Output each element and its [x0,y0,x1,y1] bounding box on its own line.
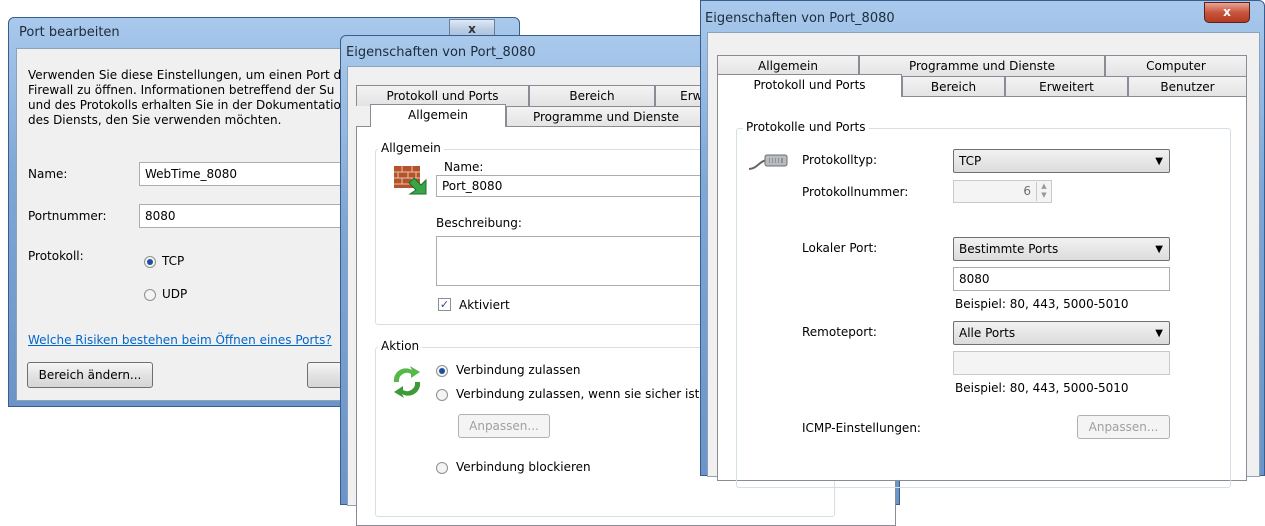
port-risks-link[interactable]: Welche Risiken bestehen beim Öffnen eine… [28,333,332,347]
allow-connection-label[interactable]: Verbindung zulassen [456,363,581,377]
remote-port-field[interactable] [953,351,1170,375]
description-line: und des Protokolls erhalten Sie in der D… [28,98,341,112]
tab-general[interactable]: Allgemein [717,55,859,76]
change-scope-button[interactable]: Bereich ändern... [27,362,153,388]
udp-label[interactable]: UDP [162,287,187,301]
stepper-arrows[interactable]: ▲ ▼ [1036,182,1051,201]
general-group-label: Allgemein [378,141,444,155]
protocols-ports-group-label: Protokolle und Ports [743,120,869,134]
description-line: des Diensts, den Sie verwenden möchten. [28,113,282,127]
enabled-label[interactable]: Aktiviert [459,298,510,312]
chevron-down-icon: ▼ [1155,328,1163,339]
local-port-dropdown[interactable]: Bestimmte Ports ▼ [953,237,1170,261]
allow-secure-label[interactable]: Verbindung zulassen, wenn sie sicher ist [456,387,699,401]
block-connection-radio[interactable] [436,462,448,474]
window-title: Eigenschaften von Port_8080 [705,11,895,26]
title-bar[interactable]: Eigenschaften von Port_8080 x [701,1,1264,31]
local-port-example: Beispiel: 80, 443, 5000-5010 [955,297,1129,311]
enabled-checkbox[interactable]: ✓ [438,298,451,311]
remote-port-dropdown[interactable]: Alle Ports ▼ [953,321,1170,345]
protocol-type-value: TCP [959,154,982,168]
properties-window-protocols: Eigenschaften von Port_8080 x Allgemein … [700,0,1265,488]
description-label: Beschreibung: [436,216,522,230]
description-line: Firewall zu öffnen. Informationen betref… [28,83,335,97]
chevron-down-icon: ▼ [1155,156,1163,167]
tab-scope[interactable]: Bereich [529,85,655,106]
description-text: Verwenden Sie diese Einstellungen, um ei… [28,68,341,128]
allow-secure-radio[interactable] [436,389,448,401]
remote-port-value: Alle Ports [959,326,1016,340]
udp-radio[interactable] [144,289,156,301]
allow-action-icon [393,366,421,398]
tab-advanced[interactable]: Erweitert [1005,76,1128,97]
remote-port-label: Remoteport: [802,325,877,339]
protocols-ports-group: Protokolle und Ports Protokolltyp: TCP ▼… [736,120,1231,488]
tab-protocol-ports[interactable]: Protokoll und Ports [717,74,902,97]
protocol-number-label: Protokollnummer: [802,185,909,199]
allow-connection-radio[interactable] [436,365,448,377]
window-title: Port bearbeiten [19,25,120,40]
network-cable-icon [748,154,788,170]
protocol-type-dropdown[interactable]: TCP ▼ [953,149,1170,173]
description-line: Verwenden Sie diese Einstellungen, um ei… [28,68,342,82]
protocol-type-label: Protokolltyp: [802,153,878,167]
chevron-down-icon: ▼ [1155,244,1163,255]
tab-programs-services[interactable]: Programme und Dienste [859,55,1105,76]
tab-protocol-ports[interactable]: Protokoll und Ports [356,85,529,106]
firewall-icon [394,166,427,195]
local-port-value: Bestimmte Ports [959,242,1059,256]
customize-button[interactable]: Anpassen... [1077,415,1170,439]
tab-general[interactable]: Allgemein [370,104,506,127]
icmp-settings-label: ICMP-Einstellungen: [802,421,921,435]
tab-panel: Protokolle und Ports Protokolltyp: TCP ▼… [717,96,1247,488]
name-label: Name: [28,167,68,181]
protocol-label: Protokoll: [28,249,84,263]
action-group-label: Aktion [378,339,423,353]
customize-button[interactable]: Anpassen... [458,414,550,438]
local-port-field[interactable]: 8080 [953,267,1170,291]
tab-users[interactable]: Benutzer [1128,76,1247,97]
local-port-label: Lokaler Port: [802,241,878,255]
tab-scope[interactable]: Bereich [902,76,1005,97]
tab-programs-services[interactable]: Programme und Dienste [506,106,706,127]
window-title: Eigenschaften von Port_8080 [346,45,536,60]
port-number-label: Portnummer: [28,209,107,223]
tab-computer[interactable]: Computer [1105,55,1247,76]
tcp-label[interactable]: TCP [162,254,184,268]
name-label: Name: [444,160,484,174]
block-connection-label[interactable]: Verbindung blockieren [456,460,591,474]
tcp-radio[interactable] [144,256,156,268]
close-button[interactable]: x [1204,2,1250,23]
protocol-number-value: 6 [1023,184,1031,198]
dialog-body: Allgemein Programme und Dienste Computer… [707,32,1260,488]
remote-port-example: Beispiel: 80, 443, 5000-5010 [955,381,1129,395]
